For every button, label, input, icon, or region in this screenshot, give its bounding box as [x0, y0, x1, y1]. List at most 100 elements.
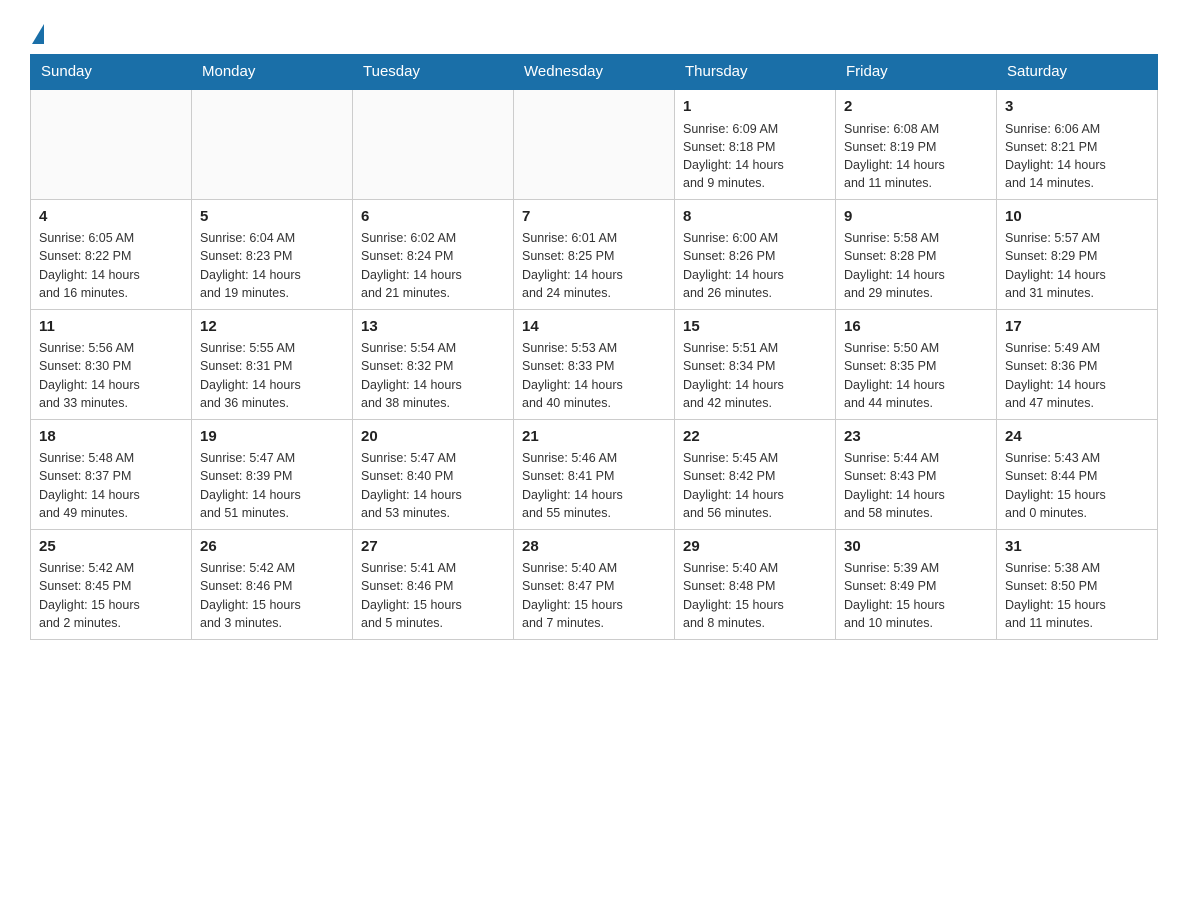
calendar-cell: 16Sunrise: 5:50 AMSunset: 8:35 PMDayligh…	[836, 309, 997, 419]
day-number: 19	[200, 426, 344, 448]
day-number: 16	[844, 316, 988, 338]
calendar-cell: 3Sunrise: 6:06 AMSunset: 8:21 PMDaylight…	[997, 89, 1158, 199]
sun-info: Sunrise: 5:51 AMSunset: 8:34 PMDaylight:…	[683, 339, 827, 412]
day-number: 9	[844, 206, 988, 228]
calendar-cell: 28Sunrise: 5:40 AMSunset: 8:47 PMDayligh…	[514, 529, 675, 639]
sun-info: Sunrise: 6:05 AMSunset: 8:22 PMDaylight:…	[39, 229, 183, 302]
sun-info: Sunrise: 5:49 AMSunset: 8:36 PMDaylight:…	[1005, 339, 1149, 412]
calendar-cell: 6Sunrise: 6:02 AMSunset: 8:24 PMDaylight…	[353, 199, 514, 309]
weekday-header-sunday: Sunday	[31, 55, 192, 90]
day-number: 13	[361, 316, 505, 338]
sun-info: Sunrise: 5:50 AMSunset: 8:35 PMDaylight:…	[844, 339, 988, 412]
sun-info: Sunrise: 5:42 AMSunset: 8:45 PMDaylight:…	[39, 559, 183, 632]
sun-info: Sunrise: 5:57 AMSunset: 8:29 PMDaylight:…	[1005, 229, 1149, 302]
calendar-cell: 1Sunrise: 6:09 AMSunset: 8:18 PMDaylight…	[675, 89, 836, 199]
calendar-cell	[353, 89, 514, 199]
calendar-cell: 9Sunrise: 5:58 AMSunset: 8:28 PMDaylight…	[836, 199, 997, 309]
sun-info: Sunrise: 5:47 AMSunset: 8:39 PMDaylight:…	[200, 449, 344, 522]
day-number: 15	[683, 316, 827, 338]
calendar-cell	[31, 89, 192, 199]
sun-info: Sunrise: 5:58 AMSunset: 8:28 PMDaylight:…	[844, 229, 988, 302]
sun-info: Sunrise: 6:00 AMSunset: 8:26 PMDaylight:…	[683, 229, 827, 302]
calendar-cell	[514, 89, 675, 199]
sun-info: Sunrise: 5:54 AMSunset: 8:32 PMDaylight:…	[361, 339, 505, 412]
day-number: 22	[683, 426, 827, 448]
calendar-cell	[192, 89, 353, 199]
day-number: 20	[361, 426, 505, 448]
logo-triangle-icon	[32, 24, 44, 44]
calendar-cell: 12Sunrise: 5:55 AMSunset: 8:31 PMDayligh…	[192, 309, 353, 419]
sun-info: Sunrise: 6:08 AMSunset: 8:19 PMDaylight:…	[844, 120, 988, 193]
calendar-cell: 7Sunrise: 6:01 AMSunset: 8:25 PMDaylight…	[514, 199, 675, 309]
day-number: 30	[844, 536, 988, 558]
calendar-cell: 21Sunrise: 5:46 AMSunset: 8:41 PMDayligh…	[514, 419, 675, 529]
calendar-cell: 8Sunrise: 6:00 AMSunset: 8:26 PMDaylight…	[675, 199, 836, 309]
calendar-cell: 5Sunrise: 6:04 AMSunset: 8:23 PMDaylight…	[192, 199, 353, 309]
calendar-cell: 11Sunrise: 5:56 AMSunset: 8:30 PMDayligh…	[31, 309, 192, 419]
day-number: 5	[200, 206, 344, 228]
weekday-header-saturday: Saturday	[997, 55, 1158, 90]
sun-info: Sunrise: 5:53 AMSunset: 8:33 PMDaylight:…	[522, 339, 666, 412]
calendar-cell: 10Sunrise: 5:57 AMSunset: 8:29 PMDayligh…	[997, 199, 1158, 309]
sun-info: Sunrise: 5:45 AMSunset: 8:42 PMDaylight:…	[683, 449, 827, 522]
calendar-cell: 26Sunrise: 5:42 AMSunset: 8:46 PMDayligh…	[192, 529, 353, 639]
calendar-cell: 30Sunrise: 5:39 AMSunset: 8:49 PMDayligh…	[836, 529, 997, 639]
calendar-cell: 4Sunrise: 6:05 AMSunset: 8:22 PMDaylight…	[31, 199, 192, 309]
sun-info: Sunrise: 5:40 AMSunset: 8:48 PMDaylight:…	[683, 559, 827, 632]
sun-info: Sunrise: 5:38 AMSunset: 8:50 PMDaylight:…	[1005, 559, 1149, 632]
weekday-header-tuesday: Tuesday	[353, 55, 514, 90]
day-number: 23	[844, 426, 988, 448]
calendar-cell: 29Sunrise: 5:40 AMSunset: 8:48 PMDayligh…	[675, 529, 836, 639]
weekday-header-wednesday: Wednesday	[514, 55, 675, 90]
calendar-week-3: 11Sunrise: 5:56 AMSunset: 8:30 PMDayligh…	[31, 309, 1158, 419]
weekday-header-monday: Monday	[192, 55, 353, 90]
calendar-body: 1Sunrise: 6:09 AMSunset: 8:18 PMDaylight…	[31, 89, 1158, 639]
day-number: 21	[522, 426, 666, 448]
calendar-table: SundayMondayTuesdayWednesdayThursdayFrid…	[30, 54, 1158, 640]
sun-info: Sunrise: 5:56 AMSunset: 8:30 PMDaylight:…	[39, 339, 183, 412]
sun-info: Sunrise: 6:02 AMSunset: 8:24 PMDaylight:…	[361, 229, 505, 302]
sun-info: Sunrise: 6:09 AMSunset: 8:18 PMDaylight:…	[683, 120, 827, 193]
weekday-header-row: SundayMondayTuesdayWednesdayThursdayFrid…	[31, 55, 1158, 90]
day-number: 1	[683, 96, 827, 118]
calendar-cell: 24Sunrise: 5:43 AMSunset: 8:44 PMDayligh…	[997, 419, 1158, 529]
day-number: 25	[39, 536, 183, 558]
calendar-week-5: 25Sunrise: 5:42 AMSunset: 8:45 PMDayligh…	[31, 529, 1158, 639]
day-number: 27	[361, 536, 505, 558]
day-number: 11	[39, 316, 183, 338]
day-number: 14	[522, 316, 666, 338]
calendar-cell: 19Sunrise: 5:47 AMSunset: 8:39 PMDayligh…	[192, 419, 353, 529]
day-number: 12	[200, 316, 344, 338]
day-number: 29	[683, 536, 827, 558]
sun-info: Sunrise: 5:39 AMSunset: 8:49 PMDaylight:…	[844, 559, 988, 632]
sun-info: Sunrise: 5:43 AMSunset: 8:44 PMDaylight:…	[1005, 449, 1149, 522]
calendar-cell: 31Sunrise: 5:38 AMSunset: 8:50 PMDayligh…	[997, 529, 1158, 639]
day-number: 10	[1005, 206, 1149, 228]
calendar-week-2: 4Sunrise: 6:05 AMSunset: 8:22 PMDaylight…	[31, 199, 1158, 309]
calendar-cell: 18Sunrise: 5:48 AMSunset: 8:37 PMDayligh…	[31, 419, 192, 529]
calendar-cell: 17Sunrise: 5:49 AMSunset: 8:36 PMDayligh…	[997, 309, 1158, 419]
day-number: 4	[39, 206, 183, 228]
calendar-cell: 15Sunrise: 5:51 AMSunset: 8:34 PMDayligh…	[675, 309, 836, 419]
calendar-cell: 22Sunrise: 5:45 AMSunset: 8:42 PMDayligh…	[675, 419, 836, 529]
calendar-cell: 13Sunrise: 5:54 AMSunset: 8:32 PMDayligh…	[353, 309, 514, 419]
sun-info: Sunrise: 5:48 AMSunset: 8:37 PMDaylight:…	[39, 449, 183, 522]
calendar-cell: 2Sunrise: 6:08 AMSunset: 8:19 PMDaylight…	[836, 89, 997, 199]
calendar-cell: 14Sunrise: 5:53 AMSunset: 8:33 PMDayligh…	[514, 309, 675, 419]
sun-info: Sunrise: 5:44 AMSunset: 8:43 PMDaylight:…	[844, 449, 988, 522]
sun-info: Sunrise: 5:46 AMSunset: 8:41 PMDaylight:…	[522, 449, 666, 522]
day-number: 24	[1005, 426, 1149, 448]
calendar-cell: 27Sunrise: 5:41 AMSunset: 8:46 PMDayligh…	[353, 529, 514, 639]
day-number: 7	[522, 206, 666, 228]
sun-info: Sunrise: 5:47 AMSunset: 8:40 PMDaylight:…	[361, 449, 505, 522]
weekday-header-thursday: Thursday	[675, 55, 836, 90]
day-number: 2	[844, 96, 988, 118]
day-number: 28	[522, 536, 666, 558]
day-number: 18	[39, 426, 183, 448]
calendar-week-1: 1Sunrise: 6:09 AMSunset: 8:18 PMDaylight…	[31, 89, 1158, 199]
sun-info: Sunrise: 5:40 AMSunset: 8:47 PMDaylight:…	[522, 559, 666, 632]
calendar-cell: 23Sunrise: 5:44 AMSunset: 8:43 PMDayligh…	[836, 419, 997, 529]
day-number: 17	[1005, 316, 1149, 338]
day-number: 31	[1005, 536, 1149, 558]
calendar-cell: 25Sunrise: 5:42 AMSunset: 8:45 PMDayligh…	[31, 529, 192, 639]
